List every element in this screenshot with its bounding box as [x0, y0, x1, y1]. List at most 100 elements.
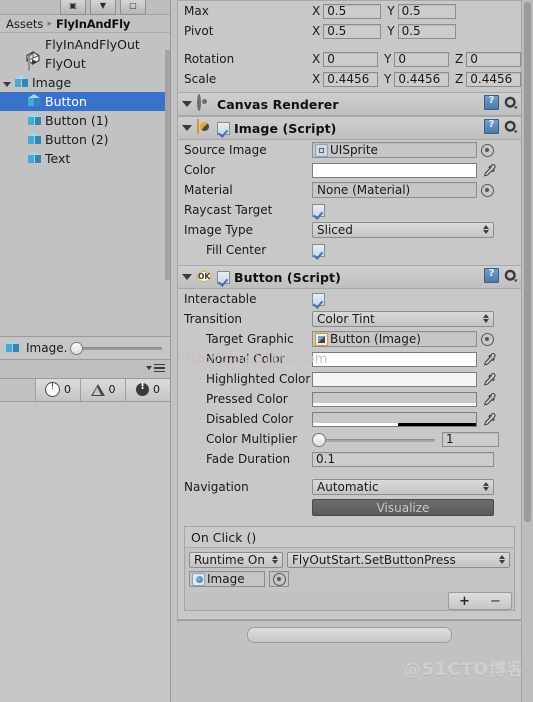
foldout-arrow-icon[interactable]: [182, 125, 192, 131]
eyedropper-icon[interactable]: [481, 412, 496, 427]
add-listener-button[interactable]: +: [449, 593, 480, 609]
tree-expand-toggle-image[interactable]: [0, 76, 13, 90]
on-click-object-picker[interactable]: [269, 571, 289, 587]
help-icon[interactable]: [484, 268, 499, 283]
console-log-area: [0, 401, 170, 702]
object-picker-icon[interactable]: [481, 143, 494, 157]
function-dropdown[interactable]: FlyOutStart.SetButtonPress: [287, 552, 510, 568]
scale-y-field[interactable]: 0.4456: [394, 71, 450, 87]
gear-icon[interactable]: [504, 269, 518, 283]
runtime-mode-value: Runtime On: [194, 553, 265, 567]
help-icon[interactable]: [484, 95, 499, 110]
fade-duration-field[interactable]: 0.1: [312, 451, 494, 467]
normal-color-row: Normal Color: [178, 349, 521, 369]
inspector-content: Max X 0.5 Y 0.5 Pivot X 0.5 Y 0.5 Rotati…: [177, 0, 522, 702]
preview-zoom-slider[interactable]: [70, 341, 164, 355]
source-image-field[interactable]: UISprite: [312, 142, 477, 158]
visualize-button[interactable]: Visualize: [312, 499, 494, 516]
eyedropper-icon[interactable]: [481, 352, 496, 367]
console-info-toggle[interactable]: 0: [35, 378, 80, 401]
function-value: FlyOutStart.SetButtonPress: [292, 553, 456, 567]
pressed-color-swatch[interactable]: [312, 391, 477, 407]
tree-item-text[interactable]: Text: [0, 149, 170, 168]
tree-item-button-2[interactable]: Button (2): [0, 130, 170, 149]
color-swatch[interactable]: [312, 162, 477, 178]
layout-button[interactable]: ▢: [120, 0, 146, 15]
interactable-checkbox[interactable]: [312, 292, 325, 306]
eyedropper-icon[interactable]: [481, 163, 496, 178]
breadcrumb: Assets ▸ FlyInAndFly: [0, 15, 170, 33]
highlighted-color-swatch[interactable]: [312, 371, 477, 387]
rotation-x-field[interactable]: 0: [323, 51, 378, 67]
gear-icon[interactable]: [504, 120, 518, 134]
on-click-object-field[interactable]: Image: [189, 571, 265, 587]
image-enabled-checkbox[interactable]: [217, 121, 230, 135]
material-field[interactable]: None (Material): [312, 182, 477, 198]
source-image-row: Source Image UISprite: [178, 140, 521, 160]
object-picker-icon[interactable]: [481, 332, 494, 346]
gear-icon[interactable]: [504, 96, 518, 110]
transition-dropdown[interactable]: Color Tint: [312, 311, 494, 327]
filter-dropdown-button[interactable]: ▼: [90, 0, 116, 15]
runtime-mode-dropdown[interactable]: Runtime On: [189, 552, 283, 568]
create-button[interactable]: ▣: [60, 0, 86, 15]
tree-item-image[interactable]: Image: [0, 73, 170, 92]
image-script-title: Image (Script): [234, 120, 337, 136]
target-graphic-field[interactable]: Button (Image): [312, 331, 477, 347]
color-multiplier-field[interactable]: 1: [442, 431, 499, 447]
canvas-renderer-header[interactable]: Canvas Renderer: [178, 93, 521, 116]
foldout-arrow-icon[interactable]: [182, 274, 192, 280]
rect-pivot-y-field[interactable]: 0.5: [397, 23, 456, 39]
color-multiplier-slider[interactable]: [312, 432, 437, 447]
inspector-scrollbar[interactable]: [521, 0, 533, 702]
tree-item-flyout[interactable]: FlyOut: [0, 54, 170, 73]
preview-bar: Image.: [0, 335, 170, 360]
eyedropper-icon[interactable]: [481, 372, 496, 387]
axis-x-label: X: [312, 24, 321, 38]
rect-pivot-x-field[interactable]: 0.5: [323, 23, 382, 39]
tree-item-button[interactable]: Button: [0, 92, 170, 111]
pressed-color-label: Pressed Color: [206, 392, 288, 406]
source-image-value: UISprite: [330, 143, 378, 157]
normal-color-swatch[interactable]: [312, 351, 477, 367]
eyedropper-icon[interactable]: [481, 392, 496, 407]
button-script-header[interactable]: OK Button (Script): [178, 266, 521, 289]
chevron-updown-icon: [499, 555, 505, 564]
project-scrollbar[interactable]: [165, 50, 170, 280]
rect-max-y-field[interactable]: 0.5: [397, 3, 456, 19]
tree-item-button-1[interactable]: Button (1): [0, 111, 170, 130]
fill-center-checkbox[interactable]: [312, 243, 325, 257]
image-script-section: Image (Script) Source Image: [177, 117, 522, 266]
breadcrumb-current[interactable]: FlyInAndFly: [56, 17, 130, 31]
image-script-header[interactable]: Image (Script): [178, 117, 521, 140]
foldout-arrow-icon[interactable]: [182, 101, 192, 107]
rotation-z-field[interactable]: 0: [466, 51, 522, 67]
transition-row: Transition Color Tint: [178, 309, 521, 329]
rect-max-x-field[interactable]: 0.5: [323, 3, 382, 19]
help-icon[interactable]: [484, 119, 499, 134]
info-count: 0: [64, 383, 71, 396]
panel-menu-icon[interactable]: [146, 363, 165, 372]
navigation-dropdown[interactable]: Automatic: [312, 479, 494, 495]
chevron-updown-icon: [483, 482, 489, 491]
button-script-section: OK Button (Script) ? Interactable Transi…: [177, 266, 522, 620]
object-picker-icon[interactable]: [481, 183, 494, 197]
rotation-y-field[interactable]: 0: [394, 51, 450, 67]
scale-x-field[interactable]: 0.4456: [323, 71, 378, 87]
rect-max-label: Max: [184, 4, 209, 18]
disabled-color-swatch[interactable]: [312, 411, 477, 427]
axis-z-label: Z: [455, 72, 464, 86]
axis-y-label: Y: [387, 24, 395, 38]
image-type-dropdown[interactable]: Sliced: [312, 222, 494, 238]
warning-icon: [90, 383, 105, 396]
raycast-target-checkbox[interactable]: [312, 203, 325, 217]
remove-listener-button[interactable]: −: [480, 593, 511, 609]
button-enabled-checkbox[interactable]: [217, 270, 230, 284]
console-error-toggle[interactable]: 0: [125, 378, 170, 401]
console-warning-toggle[interactable]: 0: [80, 378, 125, 401]
on-click-header: On Click (): [185, 527, 514, 548]
add-component-button[interactable]: [247, 627, 452, 643]
tree-item-flyinandflyout[interactable]: FlyInAndFlyOut: [0, 35, 170, 65]
scale-z-field[interactable]: 0.4456: [466, 71, 522, 87]
breadcrumb-assets[interactable]: Assets: [6, 17, 43, 31]
